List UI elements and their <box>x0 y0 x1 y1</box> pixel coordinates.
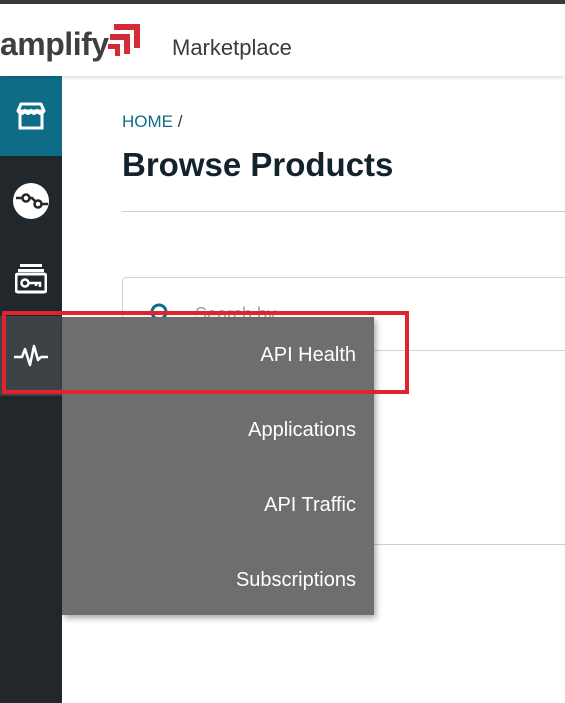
menu-item-api-traffic[interactable]: API Traffic <box>264 494 356 517</box>
amplify-logo-icon <box>108 24 140 56</box>
storefront-icon <box>16 102 46 130</box>
menu-item-api-health[interactable]: API Health <box>260 344 356 367</box>
menu-item-subscriptions[interactable]: Subscriptions <box>236 569 356 592</box>
sidebar <box>0 76 62 703</box>
logo-wordmark[interactable]: amplify <box>0 26 109 63</box>
menu-item-applications[interactable]: Applications <box>248 419 356 442</box>
app-title: Marketplace <box>172 35 292 60</box>
breadcrumb-separator: / <box>177 112 183 131</box>
breadcrumb: HOME / <box>122 112 182 132</box>
section-divider <box>362 544 565 545</box>
sidebar-item-api-health[interactable] <box>0 316 62 396</box>
sidebar-item-credentials[interactable] <box>0 238 62 318</box>
sidebar-item-marketplace[interactable] <box>0 76 62 156</box>
credentials-key-icon <box>15 264 47 294</box>
pulse-heartbeat-icon <box>14 344 48 367</box>
sidebar-item-apis[interactable] <box>0 161 62 241</box>
breadcrumb-home[interactable]: HOME <box>122 112 173 131</box>
page-title: Browse Products <box>122 146 394 183</box>
top-bar: amplify Marketplace <box>0 0 565 76</box>
title-divider <box>122 211 565 212</box>
flyout-menu: API Health Applications API Traffic Subs… <box>62 317 374 615</box>
api-connection-icon <box>13 183 49 219</box>
